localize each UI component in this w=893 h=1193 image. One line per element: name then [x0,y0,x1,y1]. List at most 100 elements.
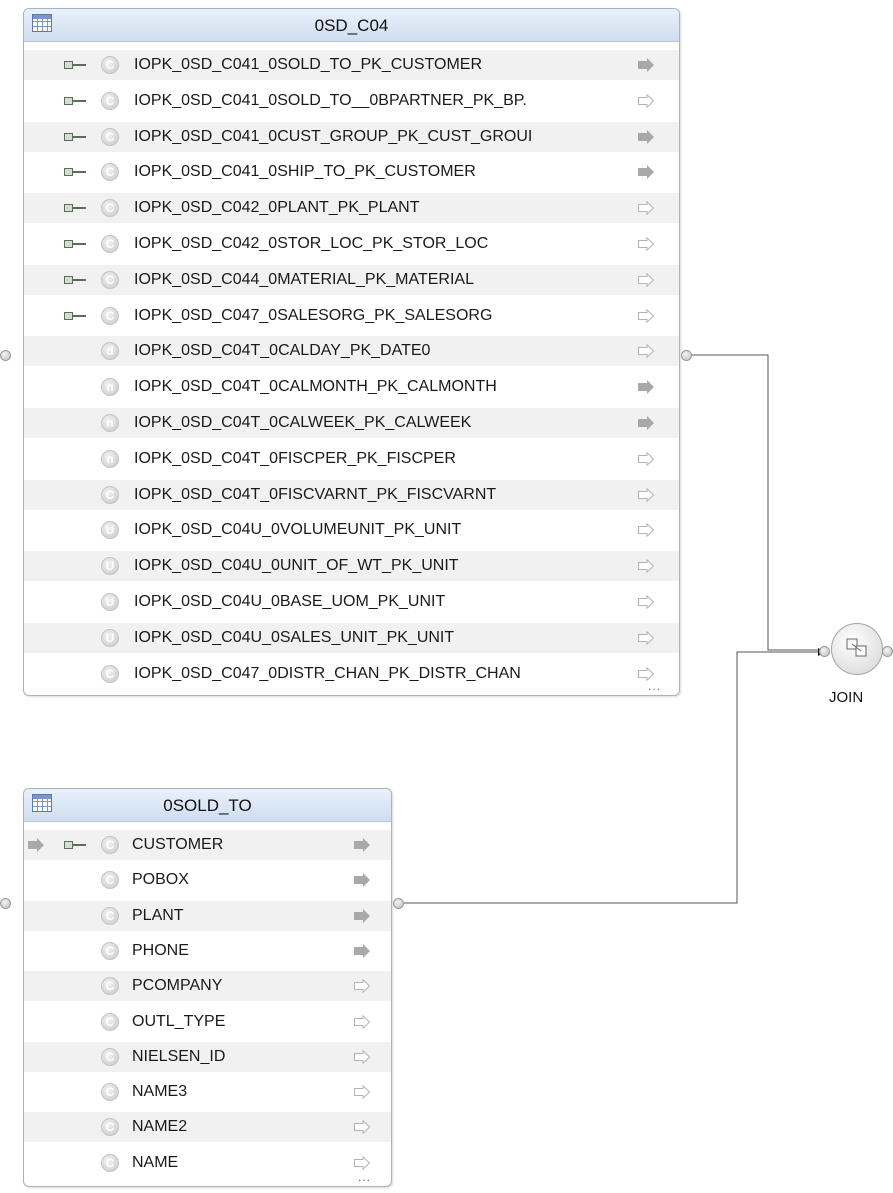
mapped-arrow-icon[interactable] [638,129,655,144]
column-row[interactable]: C POBOX [24,865,391,895]
output-arrow-icon[interactable] [354,1120,371,1135]
column-row[interactable]: C NIELSEN_ID [24,1041,391,1072]
column-row[interactable]: C IOPK_0SD_C04T_0FISCVARNT_PK_FISCVARNT [24,479,679,510]
output-arrow-icon[interactable] [354,1085,371,1100]
column-type-icon: C [101,485,119,504]
output-arrow-icon[interactable] [638,451,655,466]
column-row[interactable]: n IOPK_0SD_C04T_0CALMONTH_PK_CALMONTH [24,372,679,402]
column-type-icon: U [101,593,119,611]
column-row[interactable]: U IOPK_0SD_C04U_0UNIT_OF_WT_PK_UNIT [24,551,679,582]
column-type-icon: C [101,163,119,182]
column-row[interactable]: U IOPK_0SD_C04U_0SALES_UNIT_PK_UNIT [24,622,679,653]
column-name: IOPK_0SD_C04U_0VOLUMEUNIT_PK_UNIT [134,521,462,539]
column-type-icon: C [101,836,119,854]
input-port[interactable] [0,350,11,361]
column-name: CUSTOMER [132,836,224,853]
mapped-arrow-icon[interactable] [638,416,655,430]
output-arrow-icon[interactable] [354,1049,371,1064]
column-name: IOPK_0SD_C047_0SALESORG_PK_SALESORG [134,306,493,324]
output-arrow-icon[interactable] [354,1014,371,1029]
column-type-icon: C [101,1047,119,1066]
column-type-icon: C [101,56,119,74]
column-type-icon: C [101,906,119,925]
output-arrow-icon[interactable] [638,237,655,251]
output-arrow-icon[interactable] [638,630,655,645]
column-name: NIELSEN_ID [132,1047,226,1065]
column-row[interactable]: U IOPK_0SD_C04U_0BASE_UOM_PK_UNIT [24,587,679,617]
more-columns-indicator[interactable]: ... [358,1170,371,1184]
column-name: IOPK_0SD_C041_0SOLD_TO__0BPARTNER_PK_BP. [134,91,527,109]
output-arrow-icon[interactable] [638,93,655,108]
column-type-icon: U [101,521,119,540]
output-arrow-icon[interactable] [638,487,655,502]
table-header[interactable]: 0SOLD_TO [24,789,391,822]
mapped-arrow-icon[interactable] [354,943,371,958]
column-name: IOPK_0SD_C04T_0CALMONTH_PK_CALMONTH [134,378,497,396]
output-arrow-icon[interactable] [638,201,655,216]
column-type-icon: C [101,235,119,253]
output-arrow-icon[interactable] [638,344,655,359]
output-arrow-icon[interactable] [638,272,655,287]
join-node[interactable] [831,623,883,675]
column-name: POBOX [132,871,189,889]
column-type-icon: C [101,127,119,146]
column-row[interactable]: C NAME3 [24,1077,391,1107]
column-name: IOPK_0SD_C04T_0FISCVARNT_PK_FISCVARNT [134,485,497,503]
key-icon [64,275,88,286]
column-row[interactable]: C NAME [24,1148,391,1178]
column-row[interactable]: C IOPK_0SD_C041_0SOLD_TO__0BPARTNER_PK_BP… [24,86,679,116]
table-title: 0SD_C04 [314,16,389,35]
column-row[interactable]: C IOPK_0SD_C044_0MATERIAL_PK_MATERIAL [24,264,679,295]
mapped-arrow-icon[interactable] [638,380,655,395]
column-row[interactable]: C IOPK_0SD_C042_0STOR_LOC_PK_STOR_LOC [24,229,679,259]
key-icon [64,96,88,107]
column-row[interactable]: U IOPK_0SD_C04U_0VOLUMEUNIT_PK_UNIT [24,515,679,545]
table-header[interactable]: 0SD_C04 [24,9,679,42]
column-row[interactable]: C IOPK_0SD_C047_0SALESORG_PK_SALESORG [24,301,679,331]
column-row[interactable]: C IOPK_0SD_C041_0SHIP_TO_PK_CUSTOMER [24,157,679,187]
column-row[interactable]: d IOPK_0SD_C04T_0CALDAY_PK_DATE0 [24,336,679,367]
column-row[interactable]: C NAME2 [24,1112,391,1143]
join-icon [846,638,867,657]
mapped-arrow-icon[interactable] [638,165,655,180]
table-0sd-c04[interactable]: 0SD_C04 C IOPK_0SD_C041_0SOLD_TO_PK_CUSTO… [23,8,680,696]
column-row[interactable]: C PCOMPANY [24,971,391,1002]
column-row[interactable]: C PLANT [24,900,391,931]
column-type-icon: C [101,664,119,683]
mapped-arrow-icon[interactable] [638,58,655,72]
column-name: IOPK_0SD_C042_0PLANT_PK_PLANT [134,199,420,217]
column-row[interactable]: C IOPK_0SD_C047_0DISTR_CHAN_PK_DISTR_CHAN [24,659,679,689]
input-port[interactable] [0,898,11,909]
output-arrow-icon[interactable] [638,523,655,538]
output-port-calday[interactable] [681,350,692,361]
column-type-icon: C [101,871,119,890]
output-port-pcompany[interactable] [393,898,404,909]
column-row[interactable]: C PHONE [24,936,391,966]
more-columns-indicator[interactable]: ... [648,679,661,693]
column-row[interactable]: C IOPK_0SD_C042_0PLANT_PK_PLANT [24,193,679,224]
column-row[interactable]: C IOPK_0SD_C041_0CUST_GROUP_PK_CUST_GROUI [24,121,679,152]
column-row[interactable]: n IOPK_0SD_C04T_0CALWEEK_PK_CALWEEK [24,408,679,438]
column-row[interactable]: n IOPK_0SD_C04T_0FISCPER_PK_FISCPER [24,444,679,474]
mapped-arrow-icon[interactable] [354,908,371,923]
mapped-arrow-icon[interactable] [354,873,371,888]
column-type-icon: C [101,977,119,996]
output-arrow-icon[interactable] [638,308,655,323]
column-name: IOPK_0SD_C04T_0CALDAY_PK_DATE0 [134,342,431,360]
column-row[interactable]: C OUTL_TYPE [24,1007,391,1037]
column-type-icon: n [101,378,119,397]
table-0sold-to[interactable]: 0SOLD_TO C CUSTOMER C POBOX C PLANT C PHONE C PCO… [23,788,392,1187]
mapped-arrow-icon[interactable] [354,838,371,852]
key-icon [64,168,88,178]
wire-calday-to-join[interactable] [690,354,828,651]
join-output-port[interactable] [882,646,893,657]
output-arrow-icon[interactable] [638,595,655,609]
output-arrow-icon[interactable] [354,979,371,994]
column-row[interactable]: C CUSTOMER [24,830,391,860]
column-name: IOPK_0SD_C041_0SOLD_TO_PK_CUSTOMER [134,56,483,73]
output-arrow-icon[interactable] [638,559,655,574]
join-input-port[interactable] [819,646,830,657]
column-name: IOPK_0SD_C04T_0CALWEEK_PK_CALWEEK [134,414,472,431]
column-row[interactable]: C IOPK_0SD_C041_0SOLD_TO_PK_CUSTOMER [24,50,679,80]
output-arrow-icon[interactable] [354,1155,371,1170]
